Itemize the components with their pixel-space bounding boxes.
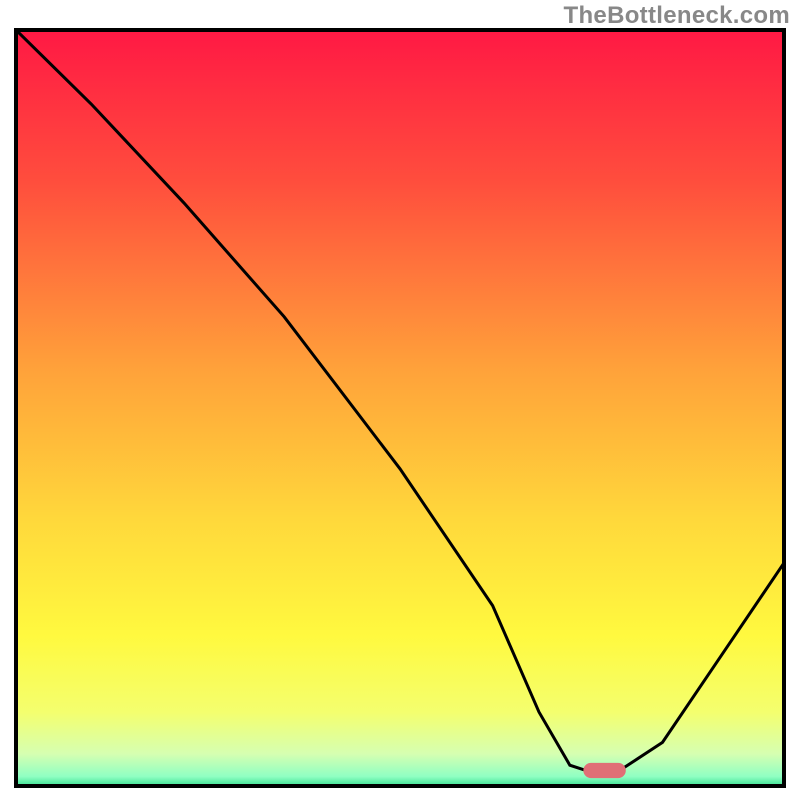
watermark-text: TheBottleneck.com — [564, 2, 790, 30]
plot-area — [14, 28, 786, 788]
background-rect — [14, 28, 786, 788]
chart-frame: TheBottleneck.com — [0, 0, 800, 800]
target-pill — [583, 763, 625, 778]
